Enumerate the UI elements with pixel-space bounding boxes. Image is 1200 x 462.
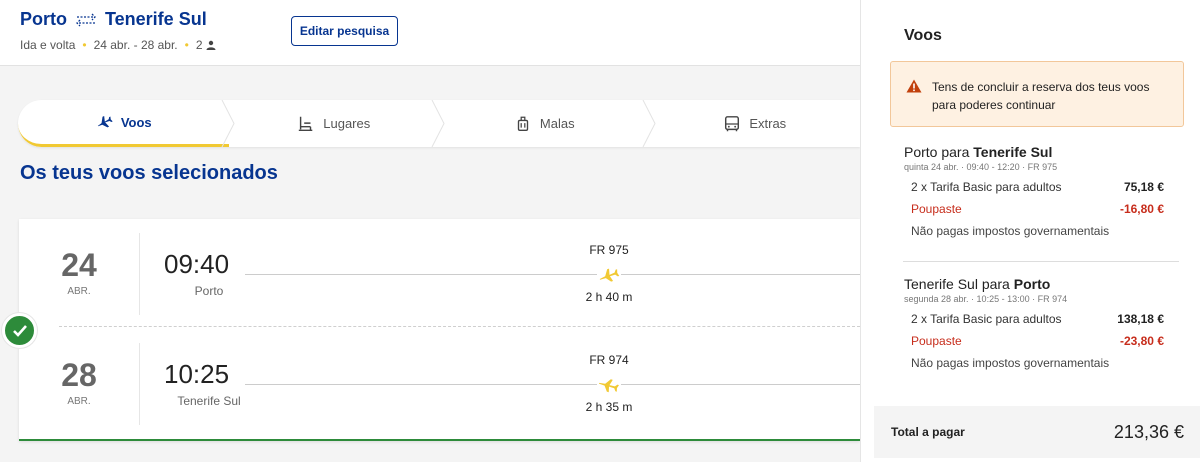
- leg-from: Tenerife Sul para: [904, 276, 1014, 292]
- departure-time: 10:25: [164, 359, 230, 389]
- step-label: Malas: [539, 116, 575, 131]
- fare-label: 2 x Tarifa Basic para adultos: [911, 180, 1062, 194]
- summary-title: Voos: [904, 27, 942, 44]
- flight-month: ABR.: [67, 286, 91, 297]
- tax-label: Não pagas impostos governamentais: [911, 224, 1110, 238]
- leg-to: Porto: [1013, 276, 1051, 292]
- flight-duration: 2 h 35 m: [585, 400, 633, 414]
- flight-date: 24 ABR.: [19, 233, 140, 315]
- separator-dot: •: [184, 38, 189, 52]
- flight-day: 28: [61, 357, 97, 393]
- leg-title: Porto para Tenerife Sul: [904, 144, 1164, 160]
- step-extras[interactable]: Extras: [650, 100, 861, 147]
- leg-title: Tenerife Sul para Porto: [904, 276, 1164, 292]
- seat-icon: [299, 116, 313, 131]
- origin-city: Porto: [20, 9, 67, 29]
- step-label: Lugares: [323, 116, 371, 131]
- fare-row: 2 x Tarifa Basic para adultos 75,18 €: [904, 180, 1164, 194]
- edit-search-button[interactable]: Editar pesquisa: [291, 16, 398, 46]
- person-icon: [206, 40, 216, 50]
- trip-type: Ida e volta: [20, 38, 76, 52]
- summary-leg-outbound: Porto para Tenerife Sul quinta 24 abr. ·…: [904, 144, 1164, 238]
- booking-steps: Voos Lugares Malas Extras: [18, 100, 860, 147]
- departure-time: 09:40: [164, 249, 230, 279]
- plane-icon: [597, 265, 621, 283]
- savings-row: Poupaste -16,80 €: [904, 202, 1164, 216]
- passenger-count: 2: [195, 38, 203, 52]
- step-flights[interactable]: Voos: [18, 100, 235, 147]
- selected-flights-card: 24 ABR. 09:40 Porto FR 975 2 h 40 m 28 A…: [19, 219, 860, 441]
- tax-label: Não pagas impostos governamentais: [911, 356, 1110, 370]
- flight-number: FR 975: [589, 243, 629, 257]
- flight-number: FR 974: [589, 353, 629, 367]
- total-amount: 213,36 €: [1113, 421, 1184, 442]
- route-title: Porto Tenerife Sul: [20, 9, 207, 30]
- flight-day: 24: [61, 247, 97, 283]
- leg-divider: [903, 261, 1179, 262]
- bag-icon: [517, 116, 529, 131]
- plane-icon: [97, 115, 113, 128]
- separator-dot: •: [82, 38, 87, 52]
- total-label: Total a pagar: [891, 425, 965, 439]
- savings-value: -23,80 €: [1119, 334, 1164, 348]
- trip-header: Porto Tenerife Sul Ida e volta • 24 abr.…: [0, 0, 860, 66]
- leg-details: segunda 28 abr. · 10:25 - 13:00 · FR 974: [904, 294, 1068, 304]
- fare-label: 2 x Tarifa Basic para adultos: [911, 312, 1062, 326]
- booking-summary-panel: Voos Tens de concluir a reserva dos teus…: [860, 0, 1200, 462]
- total-bar: Total a pagar 213,36 €: [874, 406, 1200, 458]
- destination-city: Tenerife Sul: [105, 9, 207, 29]
- plane-icon: [597, 375, 621, 393]
- step-bags[interactable]: Malas: [439, 100, 656, 147]
- flight-divider: [59, 326, 860, 327]
- warning-icon: [906, 79, 922, 93]
- step-seats[interactable]: Lugares: [229, 100, 445, 147]
- fare-value: 75,18 €: [1123, 180, 1164, 194]
- savings-label: Poupaste: [911, 202, 962, 216]
- route-line: [245, 274, 860, 275]
- step-label: Extras: [749, 116, 787, 131]
- bus-icon: [725, 115, 740, 131]
- checkmark-icon: [2, 313, 37, 348]
- leg-details: quinta 24 abr. · 09:40 - 12:20 · FR 975: [904, 162, 1058, 172]
- savings-label: Poupaste: [911, 334, 962, 348]
- departure-city: Tenerife Sul: [177, 394, 241, 408]
- section-title: Os teus voos selecionados: [20, 162, 278, 184]
- flight-row-return[interactable]: 28 ABR. 10:25 Tenerife Sul FR 974 2 h 35…: [19, 329, 860, 429]
- leg-to: Tenerife Sul: [973, 144, 1053, 160]
- trip-meta: Ida e volta • 24 abr. - 28 abr. • 2: [20, 38, 216, 52]
- flight-duration: 2 h 40 m: [585, 290, 633, 304]
- summary-leg-return: Tenerife Sul para Porto segunda 28 abr. …: [904, 276, 1164, 370]
- warning-message: Tens de concluir a reserva dos teus voos…: [932, 80, 1150, 112]
- tax-row: Não pagas impostos governamentais: [904, 224, 1164, 238]
- flight-date: 28 ABR.: [19, 343, 140, 425]
- fare-row: 2 x Tarifa Basic para adultos 138,18 €: [904, 312, 1164, 326]
- round-trip-icon: [76, 13, 96, 26]
- tax-row: Não pagas impostos governamentais: [904, 356, 1164, 370]
- route-line: [245, 384, 860, 385]
- flight-month: ABR.: [67, 396, 91, 407]
- trip-dates: 24 abr. - 28 abr.: [93, 38, 178, 52]
- leg-from: Porto para: [904, 144, 974, 160]
- departure-city: Porto: [194, 284, 224, 298]
- warning-banner: Tens de concluir a reserva dos teus voos…: [890, 61, 1184, 127]
- flight-row-outbound[interactable]: 24 ABR. 09:40 Porto FR 975 2 h 40 m: [19, 219, 860, 319]
- fare-value: 138,18 €: [1117, 312, 1164, 326]
- step-label: Voos: [120, 114, 152, 130]
- savings-value: -16,80 €: [1119, 202, 1164, 216]
- savings-row: Poupaste -23,80 €: [904, 334, 1164, 348]
